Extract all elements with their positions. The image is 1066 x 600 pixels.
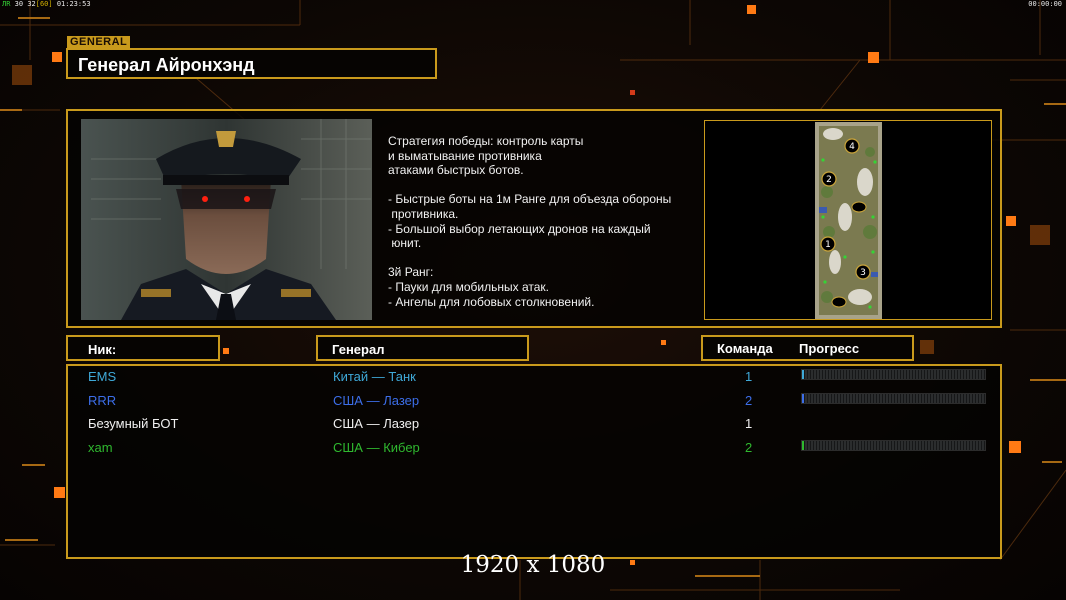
strategy-description: Стратегия победы: контроль карты и вымат… [388,134,698,309]
progress-bar [801,440,986,452]
general-column-header: Генерал [316,335,529,361]
description-line: и выматывание противника [388,148,542,163]
spawn-marker: 3 [860,268,866,278]
clock: 01:23:53 [56,0,91,8]
player-general: США — Кибер [333,440,420,456]
progress-fill [802,393,804,403]
player-team: 1 [745,416,753,432]
resolution-watermark: 1920 x 1080 [460,552,606,578]
team-header-label: Команда [717,341,773,356]
description-line: - Пауки для мобильных атак. [388,279,549,294]
general-title: Генерал Айронхэнд [78,55,255,75]
player-team: 1 [745,369,753,384]
player-nick: xam [88,440,113,456]
description-line: противника. [388,206,459,221]
game-timer: 00:00:00 [1028,0,1062,8]
description-line: 3й Ранг: [388,265,434,280]
player-nick: EMS [88,369,117,384]
player-general: Китай — Танк [333,369,416,384]
fps-label: ЛR [2,0,11,8]
player-general: США — Лазер [333,392,420,408]
nick-column-header: Ник: [66,335,220,361]
player-general: США — Лазер [333,416,420,432]
description-line: Стратегия победы: контроль карты [388,134,584,148]
player-row: Безумный БОТ США — Лазер 1 [68,414,1000,434]
frames-value: 32 [27,0,36,8]
spawn-marker: 4 [849,142,855,152]
player-row: xam США — Кибер 2 [68,438,1000,458]
progress-header-label: Прогресс [799,341,860,356]
player-row: RRR США — Лазер 2 [68,391,1000,411]
description-line: - Большой выбор летающих дронов на кажды… [388,221,651,236]
player-row: EMS Китай — Танк 1 [68,367,1000,387]
progress-fill [802,441,804,451]
general-header-label: Генерал [332,342,385,357]
fps-value: 30 [14,0,24,8]
general-portrait [81,119,372,320]
fps-limit: [60] [35,0,53,8]
player-team: 2 [745,392,753,408]
spawn-marker: 2 [826,175,832,185]
player-nick: Безумный БОТ [88,416,179,432]
fps-counter: ЛR 30 32[60] 01:23:53 [2,0,91,8]
description-line: атаками быстрых ботов. [388,163,524,178]
description-line: юнит. [388,236,422,251]
nick-header-label: Ник: [88,342,117,357]
description-line [388,178,698,193]
general-info-panel: Стратегия победы: контроль карты и вымат… [66,109,1002,328]
progress-bar [801,392,986,404]
minimap: 4 2 1 3 [815,122,882,319]
progress-fill [802,370,804,379]
spawn-marker: 1 [825,240,831,250]
player-team: 2 [745,440,753,456]
team-progress-header: Команда Прогресс [701,335,914,361]
description-line: - Ангелы для лобовых столкновений. [388,294,595,309]
general-tag: GENERAL [67,36,131,48]
description-line [388,251,698,266]
progress-bar [801,369,986,380]
title-box: Генерал Айронхэнд [66,48,437,79]
players-list: EMS Китай — Танк 1 RRR США — Лазер 2 Безумный … [66,364,1002,559]
description-line: - Быстрые боты на 1м Ранге для объезда о… [388,192,672,207]
map-preview: 4 2 1 3 [704,120,992,320]
player-nick: RRR [88,392,117,408]
